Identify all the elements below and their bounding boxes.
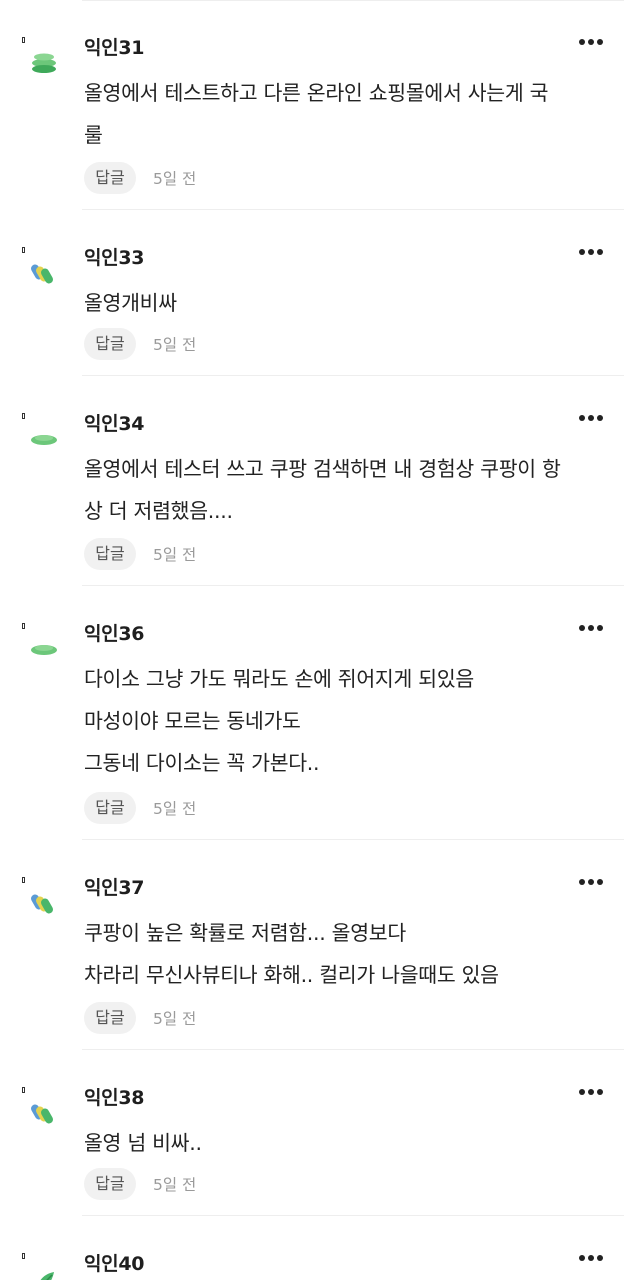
more-options-icon[interactable]: [579, 878, 605, 886]
more-options-icon[interactable]: [579, 1088, 605, 1096]
comment-marker-icon: [22, 37, 25, 43]
comment-time: 5일 전: [153, 1176, 197, 1194]
comment-actions: 답글 5일 전: [84, 1002, 196, 1034]
comment-item: 익인33 올영개비싸 답글 5일 전: [0, 210, 640, 376]
comment-item: 익인38 올영 넘 비싸.. 답글 5일 전: [0, 1050, 640, 1216]
comment-actions: 답글 5일 전: [84, 538, 196, 570]
comment-text-line: 올영에서 테스트하고 다른 온라인 쇼핑몰에서 사는게 국: [84, 81, 549, 105]
reply-button[interactable]: 답글: [84, 1168, 136, 1200]
tilted-pills-icon[interactable]: [28, 886, 64, 922]
comment-item: 익인37 쿠팡이 높은 확률로 저렴함... 올영보다 차라리 무신사뷰티나 화…: [0, 840, 640, 1050]
comment-actions: 답글 5일 전: [84, 792, 196, 824]
comment-actions: 답글 5일 전: [84, 1168, 196, 1200]
comment-time: 5일 전: [153, 170, 197, 188]
reply-button[interactable]: 답글: [84, 792, 136, 824]
comment-text-line: 상 더 저렴했음....: [84, 499, 233, 523]
tilted-pills-icon[interactable]: [28, 256, 64, 292]
comment-item: 익인40: [0, 1216, 640, 1280]
comment-marker-icon: [22, 623, 25, 629]
comment-marker-icon: [22, 413, 25, 419]
more-options-icon[interactable]: [579, 38, 605, 46]
comment-actions: 답글 5일 전: [84, 162, 196, 194]
green-leaf-icon[interactable]: [28, 1262, 64, 1280]
reply-button[interactable]: 답글: [84, 328, 136, 360]
comment-marker-icon: [22, 877, 25, 883]
comment-text-line: 룰: [84, 123, 103, 147]
green-disc-icon[interactable]: [28, 632, 64, 668]
comment-text: 다이소 그냥 가도 뭐라도 손에 쥐어지게 되있음 마성이야 모르는 동네가도 …: [84, 658, 624, 784]
more-options-icon[interactable]: [579, 414, 605, 422]
comment-marker-icon: [22, 247, 25, 253]
comment-text-line: 올영에서 테스터 쓰고 쿠팡 검색하면 내 경험상 쿠팡이 항: [84, 457, 561, 481]
comment-actions: 답글 5일 전: [84, 328, 196, 360]
reply-button[interactable]: 답글: [84, 538, 136, 570]
reply-button[interactable]: 답글: [84, 1002, 136, 1034]
more-options-icon[interactable]: [579, 1254, 605, 1262]
comment-author[interactable]: 익인34: [84, 409, 145, 436]
green-stacked-discs-icon[interactable]: [28, 46, 64, 82]
comment-item: 익인36 다이소 그냥 가도 뭐라도 손에 쥐어지게 되있음 마성이야 모르는 …: [0, 586, 640, 840]
comment-text-line: 차라리 무신사뷰티나 화해.. 컬리가 나을때도 있음: [84, 963, 499, 987]
comment-author[interactable]: 익인36: [84, 619, 145, 646]
comment-text-line: 다이소 그냥 가도 뭐라도 손에 쥐어지게 되있음: [84, 667, 474, 691]
comment-text: 올영에서 테스터 쓰고 쿠팡 검색하면 내 경험상 쿠팡이 항 상 더 저렴했음…: [84, 448, 624, 532]
reply-button[interactable]: 답글: [84, 162, 136, 194]
comment-time: 5일 전: [153, 800, 197, 818]
comment-text-line: 쿠팡이 높은 확률로 저렴함... 올영보다: [84, 921, 406, 945]
comment-text: 올영 넘 비싸..: [84, 1122, 624, 1164]
comment-author[interactable]: 익인33: [84, 243, 145, 270]
comment-author[interactable]: 익인40: [84, 1249, 145, 1276]
comment-time: 5일 전: [153, 546, 197, 564]
more-options-icon[interactable]: [579, 624, 605, 632]
comment-text: 올영에서 테스트하고 다른 온라인 쇼핑몰에서 사는게 국 룰: [84, 72, 624, 156]
comment-text: 쿠팡이 높은 확률로 저렴함... 올영보다 차라리 무신사뷰티나 화해.. 컬…: [84, 912, 624, 996]
comment-text-line: 그동네 다이소는 꼭 가본다..: [84, 751, 320, 775]
more-options-icon[interactable]: [579, 248, 605, 256]
comment-feed: 익인31 올영에서 테스트하고 다른 온라인 쇼핑몰에서 사는게 국 룰 답글 …: [0, 0, 640, 1280]
comment-text: 올영개비싸: [84, 282, 624, 324]
comment-text-line: 올영개비싸: [84, 291, 177, 315]
tilted-pills-icon[interactable]: [28, 1096, 64, 1132]
comment-author[interactable]: 익인38: [84, 1083, 145, 1110]
comment-author[interactable]: 익인37: [84, 873, 145, 900]
comment-text-line: 올영 넘 비싸..: [84, 1131, 202, 1155]
comment-time: 5일 전: [153, 1010, 197, 1028]
comment-text-line: 마성이야 모르는 동네가도: [84, 709, 301, 733]
comment-item: 익인31 올영에서 테스트하고 다른 온라인 쇼핑몰에서 사는게 국 룰 답글 …: [0, 0, 640, 210]
comment-item: 익인34 올영에서 테스터 쓰고 쿠팡 검색하면 내 경험상 쿠팡이 항 상 더…: [0, 376, 640, 586]
comment-marker-icon: [22, 1087, 25, 1093]
comment-time: 5일 전: [153, 336, 197, 354]
green-disc-icon[interactable]: [28, 422, 64, 458]
comment-author[interactable]: 익인31: [84, 33, 145, 60]
comment-marker-icon: [22, 1253, 25, 1259]
